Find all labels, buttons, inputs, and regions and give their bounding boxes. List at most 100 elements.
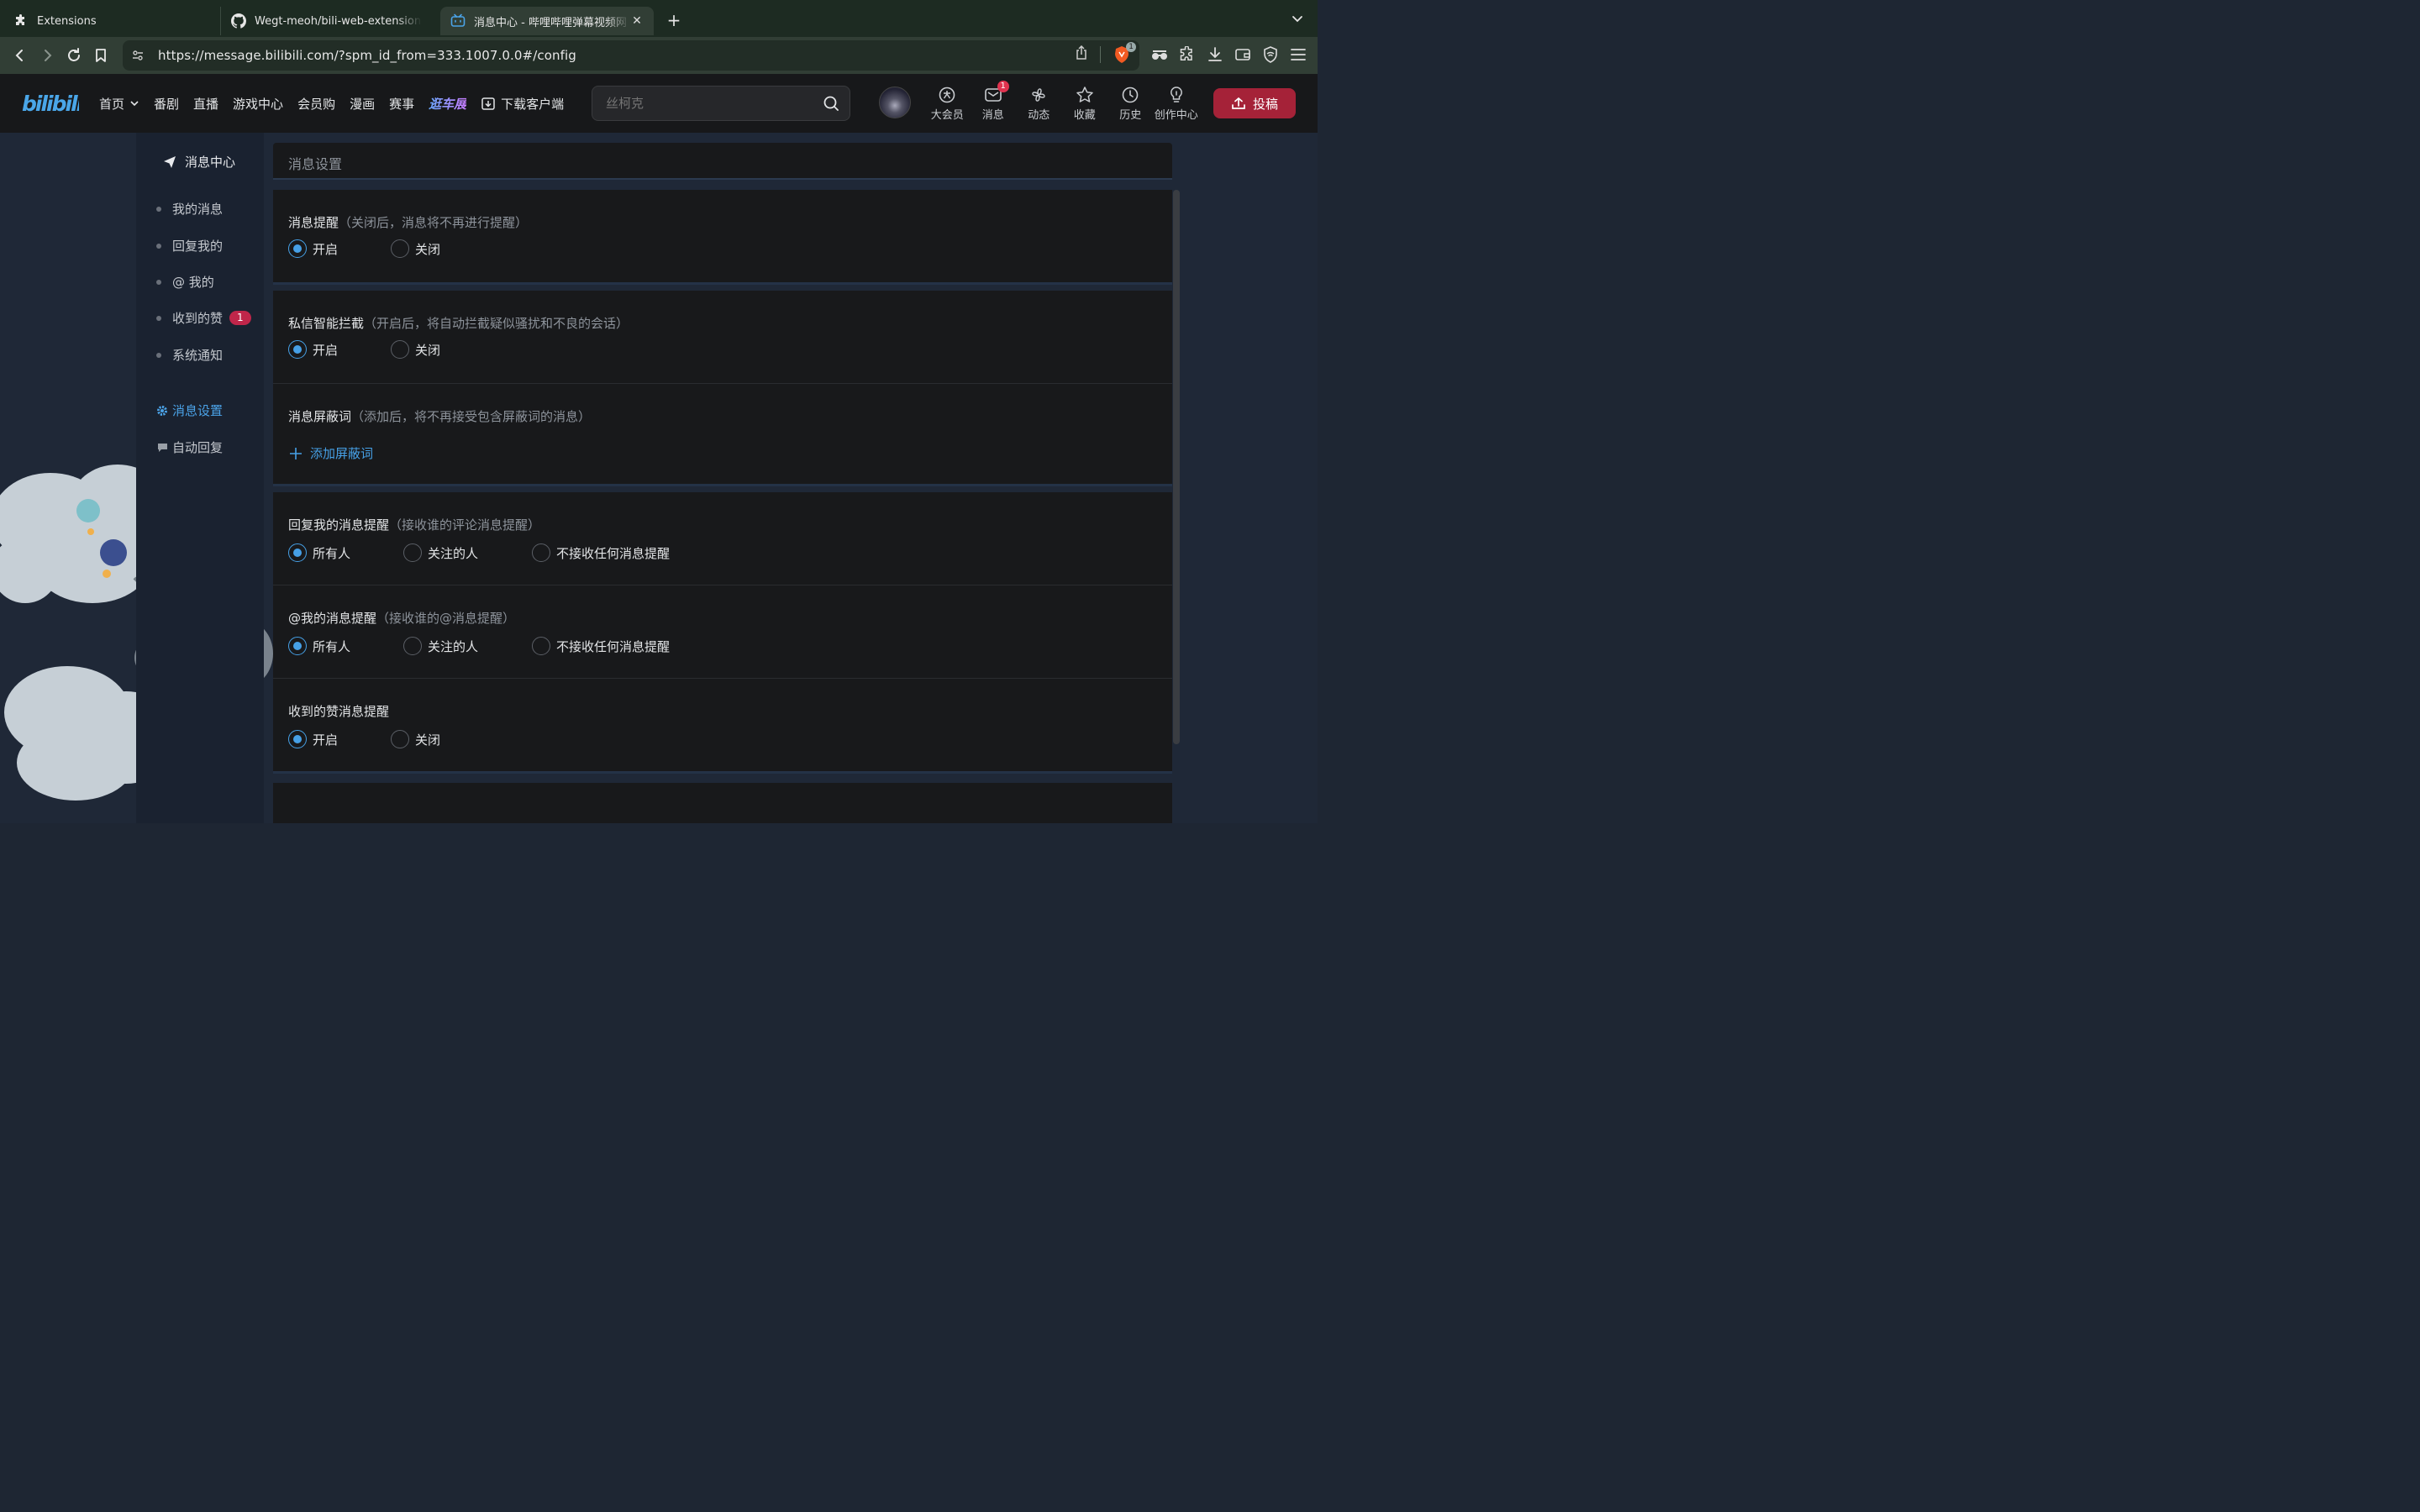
section-hint: （接收谁的@消息提醒） [376,611,516,626]
search-icon[interactable] [813,95,850,112]
messages-link[interactable]: 1 消息 [971,81,1017,122]
section-smart-block: 私信智能拦截（开启后，将自动拦截疑似骚扰和不良的会话） 开启 关闭 [273,291,1172,384]
close-icon[interactable]: ✕ [630,14,644,28]
sidebar-item-likes[interactable]: 收到的赞 1 [156,309,251,327]
sidebar-item-mentions[interactable]: @ 我的 [156,273,214,291]
section-title: 私信智能拦截（开启后，将自动拦截疑似骚扰和不良的会话） [288,316,629,331]
sidebar-item-settings[interactable]: 消息设置 [156,402,223,419]
radio-group: 所有人 关注的人 不接收任何消息提醒 [288,543,670,562]
radio-on[interactable]: 开启 [288,239,391,258]
nav-home[interactable]: 首页 [99,95,139,113]
extension-glasses-icon[interactable] [1150,45,1169,64]
favorites-link[interactable]: 收藏 [1062,84,1108,122]
extensions-icon[interactable] [1178,45,1197,64]
sidebar-item-label: 自动回复 [172,440,224,455]
plus-icon [290,447,302,459]
new-tab-button[interactable]: + [662,8,686,32]
nav-anime[interactable]: 番剧 [154,95,179,113]
radio-on[interactable]: 开启 [288,730,391,748]
sidebar-title-text: 消息中心 [185,155,236,170]
upload-label: 投稿 [1252,96,1278,112]
tab-extensions[interactable]: Extensions [0,7,220,35]
history-link[interactable]: 历史 [1107,84,1154,122]
section-title: 消息提醒（关闭后，消息将不再进行提醒） [288,215,529,230]
sidebar: 消息中心 我的消息 回复我的 @ 我的 收到的赞 1 系统通知 消息设置 自动回复 [136,133,264,823]
radio-off[interactable]: 关闭 [391,340,440,359]
section-title: @我的消息提醒（接收谁的@消息提醒） [288,611,516,626]
address-bar[interactable]: https://message.bilibili.com/?spm_id_fro… [123,40,1139,71]
bookmark-icon[interactable] [87,42,114,69]
radio-label: 关闭 [415,342,441,358]
nav-live[interactable]: 直播 [193,95,218,113]
wallet-icon[interactable] [1234,45,1252,64]
radio-circle [391,730,409,748]
bullet [156,315,161,321]
radio-circle [288,637,307,655]
menu-icon[interactable] [1289,45,1307,64]
section-mention-reminder: @我的消息提醒（接收谁的@消息提醒） 所有人 关注的人 不接收任何消息提醒 [273,585,1172,679]
section-title: 消息屏蔽词（添加后，将不再接受包含屏蔽词的消息） [288,409,592,424]
upload-button[interactable]: 投稿 [1213,88,1296,118]
nav-manga[interactable]: 漫画 [350,95,375,113]
radio-label: 不接收任何消息提醒 [556,638,671,654]
sidebar-item-my-messages[interactable]: 我的消息 [156,200,223,218]
radio-circle [532,637,550,655]
content-scrollbar[interactable] [1173,190,1181,744]
radio-circle [403,637,422,655]
creator-center-link[interactable]: 创作中心 [1154,84,1200,122]
search-input[interactable] [592,96,813,111]
radio-none[interactable]: 不接收任何消息提醒 [532,637,670,655]
tab-github[interactable]: Wegt-meoh/bili-web-extension: A [220,7,432,35]
chevron-down-icon[interactable] [1289,10,1306,27]
page-title: 消息设置 [288,156,343,172]
download-client-link[interactable]: 下载客户端 [481,95,564,113]
section-hint: （关闭后，消息将不再进行提醒） [339,215,529,230]
star-icon [1076,84,1094,106]
radio-off[interactable]: 关闭 [391,239,440,258]
radio-off[interactable]: 关闭 [391,730,440,748]
sidebar-item-autoreply[interactable]: 自动回复 [156,438,223,456]
section-hint: （接收谁的评论消息提醒） [389,517,541,533]
brave-shield-icon[interactable]: 1 [1113,42,1136,64]
scrollbar-thumb[interactable] [1173,190,1180,744]
radio-label: 开启 [313,241,339,257]
nav-game-center[interactable]: 游戏中心 [233,95,283,113]
vpn-shield-icon[interactable] [1261,45,1280,64]
add-block-word-button[interactable]: 添加屏蔽词 [288,444,373,462]
paper-plane-icon [164,155,176,168]
content-header: 消息设置 [273,143,1172,180]
nav-member-shop[interactable]: 会员购 [297,95,335,113]
radio-everyone[interactable]: 所有人 [288,543,403,562]
sidebar-item-system[interactable]: 系统通知 [156,346,223,364]
nav-label: 首页 [99,96,125,112]
site-settings-icon[interactable] [123,49,153,62]
tab-bilibili-active[interactable]: 消息中心 - 哔哩哔哩弹幕视频网 ✕ [440,7,654,35]
dynamics-link[interactable]: 动态 [1016,84,1062,122]
bilibili-logo[interactable]: bilibili [22,91,86,116]
vip-link[interactable]: 大会员 [924,84,971,122]
dynamics-label: 动态 [1028,109,1050,122]
site-header: bilibili 首页 番剧 直播 游戏中心 会员购 漫画 赛事 逛车展 下载客… [0,74,1318,133]
section-title: 回复我的消息提醒（接收谁的评论消息提醒） [288,517,541,533]
forward-icon[interactable] [34,42,60,69]
reload-icon[interactable] [60,42,87,69]
radio-circle [288,340,307,359]
bullet [156,243,161,249]
back-icon[interactable] [7,42,34,69]
radio-none[interactable]: 不接收任何消息提醒 [532,543,670,562]
nav-esports[interactable]: 赛事 [389,95,414,113]
nav-event-banner[interactable]: 逛车展 [429,95,466,113]
browser-toolbar: https://message.bilibili.com/?spm_id_fro… [0,37,1318,74]
radio-on[interactable]: 开启 [288,340,391,359]
radio-everyone[interactable]: 所有人 [288,637,403,655]
radio-label: 开启 [313,732,339,748]
download-label: 下载客户端 [501,96,565,112]
shield-count: 1 [1126,42,1136,52]
share-icon[interactable] [1075,45,1088,64]
settings-panel: 私信智能拦截（开启后，将自动拦截疑似骚扰和不良的会话） 开启 关闭 消息屏蔽词（… [273,291,1172,484]
sidebar-item-replies[interactable]: 回复我的 [156,237,223,255]
download-icon[interactable] [1206,45,1224,64]
radio-following[interactable]: 关注的人 [403,543,532,562]
radio-following[interactable]: 关注的人 [403,637,532,655]
avatar[interactable] [879,87,911,118]
